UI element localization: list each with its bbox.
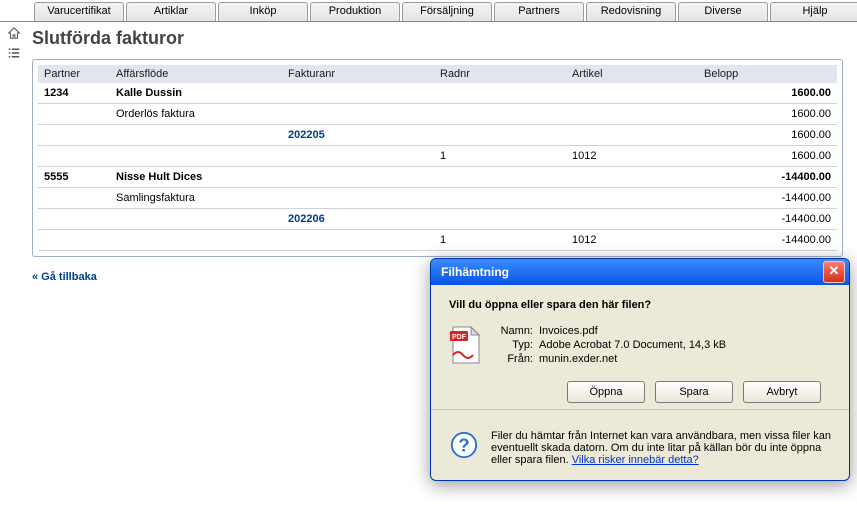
svg-text:?: ?	[458, 435, 469, 456]
main-tabs: Varucertifikat Artiklar Inköp Produktion…	[0, 0, 857, 21]
from-value: munin.exder.net	[539, 353, 617, 365]
cell-amount: 1600.00	[698, 104, 837, 125]
cell-row: 1	[434, 230, 566, 251]
dialog-titlebar: Filhämtning ✕	[431, 259, 849, 285]
col-flow: Affärsflöde	[110, 65, 282, 83]
cell-row: 1	[434, 146, 566, 167]
list-icon[interactable]	[6, 46, 22, 60]
tab-redovisning[interactable]: Redovisning	[586, 2, 676, 21]
divider	[431, 409, 849, 410]
invoice-table: Partner Affärsflöde Fakturanr Radnr Arti…	[38, 65, 837, 251]
group-row: 5555 Nisse Hult Dices -14400.00	[38, 167, 837, 188]
tab-varucertifikat[interactable]: Varucertifikat	[34, 2, 124, 21]
invoice-row: 202206 -14400.00	[38, 209, 837, 230]
col-invoice: Fakturanr	[282, 65, 434, 83]
cell-amount: -14400.00	[698, 230, 837, 251]
cell-flow: Orderlös faktura	[110, 104, 698, 125]
cell-flow: Samlingsfaktura	[110, 188, 698, 209]
cell-amount: 1600.00	[698, 146, 837, 167]
left-rail	[0, 22, 28, 283]
svg-text:PDF: PDF	[452, 334, 467, 341]
tab-produktion[interactable]: Produktion	[310, 2, 400, 21]
cancel-button[interactable]: Avbryt	[743, 381, 821, 403]
table-header-row: Partner Affärsflöde Fakturanr Radnr Arti…	[38, 65, 837, 83]
tab-partners[interactable]: Partners	[494, 2, 584, 21]
open-button[interactable]: Öppna	[567, 381, 645, 403]
cell-article: 1012	[566, 230, 698, 251]
name-label: Namn:	[497, 325, 533, 337]
file-info: PDF Namn: Invoices.pdf Typ: Adobe Acrobat …	[449, 325, 831, 367]
dialog-body: Vill du öppna eller spara den här filen?…	[431, 285, 849, 420]
flow-row: Samlingsfaktura -14400.00	[38, 188, 837, 209]
body-area: Slutförda fakturor Partner Affärsflöde F…	[0, 21, 857, 283]
line-row: 1 1012 1600.00	[38, 146, 837, 167]
col-partner: Partner	[38, 65, 110, 83]
dialog-footer: ? Filer du hämtar från Internet kan vara…	[431, 420, 849, 480]
cell-amount: 1600.00	[698, 83, 837, 104]
col-amount: Belopp	[698, 65, 837, 83]
col-row: Radnr	[434, 65, 566, 83]
file-properties: Namn: Invoices.pdf Typ: Adobe Acrobat 7.0 …	[497, 325, 726, 367]
footer-text: Filer du hämtar från Internet kan vara a…	[491, 430, 831, 466]
cell-amount: -14400.00	[698, 167, 837, 188]
tab-hjalp[interactable]: Hjälp	[770, 2, 857, 21]
risk-link[interactable]: Vilka risker innebär detta?	[572, 454, 699, 466]
tab-artiklar[interactable]: Artiklar	[126, 2, 216, 21]
invoice-link[interactable]: 202206	[288, 213, 325, 225]
page-title: Slutförda fakturor	[32, 28, 843, 49]
cell-name: Nisse Hult Dices	[110, 167, 698, 188]
cell-partner: 1234	[38, 83, 110, 104]
type-label: Typ:	[497, 339, 533, 351]
col-article: Artikel	[566, 65, 698, 83]
question-shield-icon: ?	[449, 430, 479, 460]
line-row: 1 1012 -14400.00	[38, 230, 837, 251]
tab-diverse[interactable]: Diverse	[678, 2, 768, 21]
group-row: 1234 Kalle Dussin 1600.00	[38, 83, 837, 104]
home-icon[interactable]	[6, 26, 22, 40]
close-icon[interactable]: ✕	[823, 261, 845, 283]
cell-partner: 5555	[38, 167, 110, 188]
pdf-icon: PDF	[449, 325, 481, 365]
name-value: Invoices.pdf	[539, 325, 598, 337]
dialog-question: Vill du öppna eller spara den här filen?	[449, 299, 831, 311]
invoice-link[interactable]: 202205	[288, 129, 325, 141]
dialog-title: Filhämtning	[441, 265, 823, 279]
cell-article: 1012	[566, 146, 698, 167]
invoice-row: 202205 1600.00	[38, 125, 837, 146]
back-link[interactable]: « Gå tillbaka	[32, 271, 97, 283]
tab-inkop[interactable]: Inköp	[218, 2, 308, 21]
flow-row: Orderlös faktura 1600.00	[38, 104, 837, 125]
cell-name: Kalle Dussin	[110, 83, 698, 104]
app-window: { "tabs": ["Varucertifikat", "Artiklar",…	[0, 0, 857, 532]
tab-forsaljning[interactable]: Försäljning	[402, 2, 492, 21]
file-download-dialog: Filhämtning ✕ Vill du öppna eller spara …	[430, 258, 850, 481]
invoice-panel: Partner Affärsflöde Fakturanr Radnr Arti…	[32, 59, 843, 257]
save-button[interactable]: Spara	[655, 381, 733, 403]
cell-amount: -14400.00	[698, 209, 837, 230]
from-label: Från:	[497, 353, 533, 365]
type-value: Adobe Acrobat 7.0 Document, 14,3 kB	[539, 339, 726, 351]
cell-amount: -14400.00	[698, 188, 837, 209]
dialog-buttons: Öppna Spara Avbryt	[449, 381, 831, 403]
cell-amount: 1600.00	[698, 125, 837, 146]
main-content: Slutförda fakturor Partner Affärsflöde F…	[28, 22, 857, 283]
